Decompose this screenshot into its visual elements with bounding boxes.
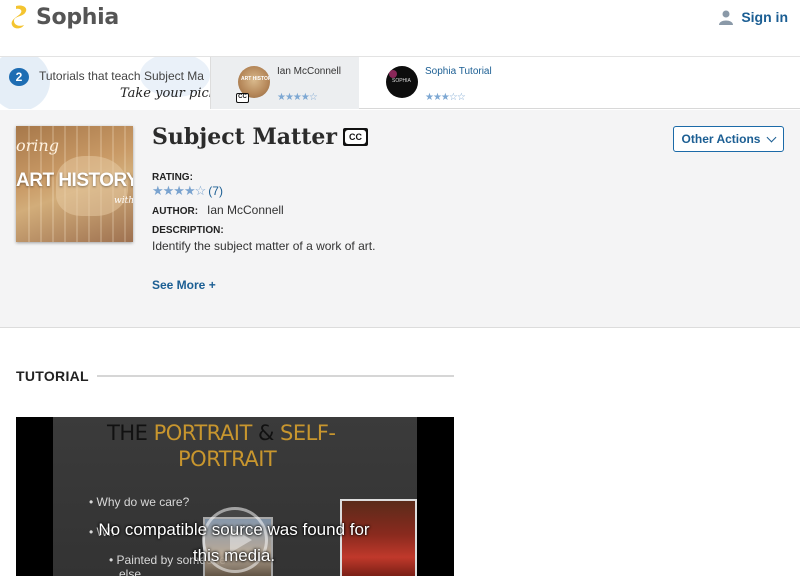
tutorial-count-badge: 2 [9,68,29,86]
brand-name: Sophia [36,4,119,30]
site-header: Sophia Sign in [0,0,800,57]
closed-captions-icon: CC [342,128,368,146]
tutorial-picker-prompt: Take your pick: [120,86,211,101]
video-player[interactable]: THE PORTRAIT & SELF- PORTRAIT • Why do w… [16,417,454,576]
slide-bullet: • Why do we care? [89,495,190,509]
cover-title: ART HISTORY [16,170,133,191]
person-icon [719,10,734,25]
tutorial-card-ian-mcconnell[interactable]: ART HISTORY CC Ian McConnell ★★★★☆ [211,57,359,109]
sophia-logo-icon [11,5,27,29]
description-text: Identify the subject matter of a work of… [152,239,376,253]
rating-stars[interactable]: ★★★★☆ (7) [152,183,223,199]
cover-text: oring [16,136,59,155]
see-more-link[interactable]: See More + [152,278,216,292]
cover-text: with [114,196,133,206]
sign-in-link[interactable]: Sign in [719,9,788,25]
tutorial-picker-intro: 2 Tutorials that teach Subject Matter Ta… [0,57,211,109]
star-rating-icon: ★★★★☆ [152,183,206,198]
author-name: Ian McConnell [207,203,284,217]
other-actions-label: Other Actions [681,132,761,146]
tutorial-card-rating: ★★★☆☆ [425,92,466,103]
tutorial-card-sophia-tutorial[interactable]: SOPHIA Sophia Tutorial ★★★☆☆ [359,57,519,109]
title-row: Subject Matter CC [152,124,368,150]
tutorial-cover-image: oring ART HISTORY with [16,126,133,242]
slide-title: THE PORTRAIT & SELF- [107,421,336,445]
section-divider [97,375,454,377]
description-label: DESCRIPTION: [152,225,224,236]
closed-captions-icon: CC [236,85,249,103]
slide-title-line2: PORTRAIT [178,447,277,471]
tutorial-picker-title: Tutorials that teach Subject Matter [39,69,204,83]
sophia-thumbnail: SOPHIA [386,66,418,98]
other-actions-button[interactable]: Other Actions [673,126,784,152]
page-title: Subject Matter [152,124,337,150]
rating-label: RATING: [152,172,193,183]
tutorial-card-author: Sophia Tutorial [425,66,492,77]
cc-label: CC [344,130,366,144]
tutorial-summary: oring ART HISTORY with Subject Matter CC… [0,110,800,328]
chevron-down-icon [767,132,777,142]
sign-in-label: Sign in [741,9,788,25]
author-label: AUTHOR: [152,206,199,217]
tutorial-picker-bar: 2 Tutorials that teach Subject Matter Ta… [0,57,800,109]
tutorial-section-heading: TUTORIAL [16,368,89,384]
tutorial-card-rating: ★★★★☆ [277,92,318,103]
rating-count[interactable]: (7) [208,184,223,198]
sophia-logo[interactable]: Sophia [10,4,119,30]
video-error-message: No compatible source was found for this … [98,520,370,565]
tutorial-card-author: Ian McConnell [277,66,341,77]
